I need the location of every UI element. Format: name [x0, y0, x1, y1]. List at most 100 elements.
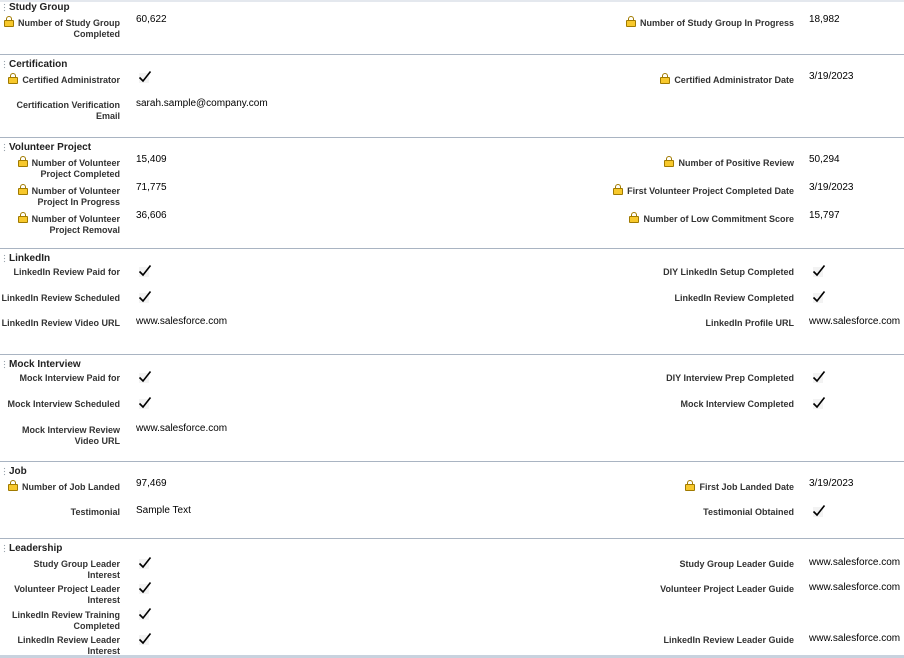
lock-icon: [17, 212, 28, 223]
study-group-leader-guide-value: www.salesforce.com: [809, 557, 901, 568]
lock-icon: [17, 184, 28, 195]
number-of-volunteer-project-completed-value: 15,409: [136, 154, 167, 165]
section-title: Mock Interview: [9, 358, 81, 370]
number-of-low-commitment-score-label: Number of Low Commitment Score: [610, 212, 794, 225]
certified-administrator-date-label: Certified Administrator Date: [610, 73, 794, 86]
field-label-text: LinkedIn Profile URL: [705, 318, 794, 328]
checkmark-icon: [138, 397, 152, 409]
drag-handle-icon[interactable]: [3, 359, 6, 369]
number-of-study-group-completed-label: Number of Study Group Completed: [0, 16, 120, 40]
section-header[interactable]: LinkedIn: [0, 251, 300, 265]
drag-handle-icon[interactable]: [3, 543, 6, 553]
lock-icon: [625, 16, 636, 27]
drag-handle-icon[interactable]: [3, 253, 6, 263]
checkmark-icon: [138, 633, 152, 645]
drag-handle-icon[interactable]: [3, 59, 6, 69]
section-header[interactable]: Mock Interview: [0, 357, 300, 371]
checkmark-icon: [812, 291, 826, 303]
field-label-text: LinkedIn Review Completed: [674, 293, 794, 303]
study-group-leader-interest-label: Study Group Leader Interest: [0, 559, 120, 581]
section-title: Study Group: [9, 1, 70, 13]
lock-icon: [8, 73, 19, 84]
diy-interview-prep-completed-label: DIY Interview Prep Completed: [610, 373, 794, 384]
field-label-text: Certification Verification Email: [16, 100, 120, 121]
number-of-positive-review-value: 50,294: [809, 154, 840, 165]
field-label-text: Number of Volunteer Project Removal: [31, 214, 120, 235]
field-label-text: Mock Interview Completed: [680, 399, 794, 409]
linkedin-review-completed-label: LinkedIn Review Completed: [610, 293, 794, 304]
study-group-leader-guide-label: Study Group Leader Guide: [610, 559, 794, 570]
section-title: LinkedIn: [9, 252, 51, 264]
checkmark-icon: [812, 505, 826, 517]
checkmark-icon: [138, 71, 152, 83]
section-header[interactable]: Certification: [0, 57, 300, 71]
diy-linkedin-setup-completed-label: DIY LinkedIn Setup Completed: [610, 267, 794, 278]
drag-handle-icon[interactable]: [3, 142, 6, 152]
testimonial-label: Testimonial: [0, 507, 120, 518]
drag-handle-icon[interactable]: [3, 466, 6, 476]
field-label-text: Testimonial: [70, 507, 120, 517]
number-of-low-commitment-score-value: 15,797: [809, 210, 840, 221]
number-of-volunteer-project-completed-label: Number of Volunteer Project Completed: [0, 156, 120, 180]
checkmark-icon: [812, 265, 826, 277]
field-label-text: Number of Job Landed: [21, 482, 120, 492]
field-label-text: First Job Landed Date: [699, 482, 794, 492]
field-label-text: DIY LinkedIn Setup Completed: [663, 267, 794, 277]
section-header[interactable]: Volunteer Project: [0, 140, 300, 154]
field-label-text: LinkedIn Review Training Completed: [11, 610, 120, 631]
field-label-text: Number of Study Group In Progress: [639, 18, 794, 28]
checkmark-icon: [138, 291, 152, 303]
lock-icon: [613, 184, 624, 195]
field-label-text: Study Group Leader Interest: [33, 559, 120, 580]
number-of-volunteer-project-removal-value: 36,606: [136, 210, 167, 221]
first-volunteer-project-completed-date-value: 3/19/2023: [809, 182, 854, 193]
checkmark-icon: [138, 265, 152, 277]
first-volunteer-project-completed-date-label: First Volunteer Project Completed Date: [610, 184, 794, 197]
testimonial-obtained-label: Testimonial Obtained: [610, 507, 794, 518]
number-of-volunteer-project-in-progress-label: Number of Volunteer Project In Progress: [0, 184, 120, 208]
linkedin-review-leader-guide-value: www.salesforce.com: [809, 633, 901, 644]
field-label-text: First Volunteer Project Completed Date: [627, 186, 794, 196]
linkedin-review-paid-for-label: LinkedIn Review Paid for: [0, 267, 120, 278]
drag-handle-icon[interactable]: [3, 2, 6, 12]
section-separator: [0, 54, 904, 55]
section-separator: [0, 248, 904, 249]
number-of-volunteer-project-in-progress-value: 71,775: [136, 182, 167, 193]
lock-icon: [17, 156, 28, 167]
section-separator: [0, 461, 904, 462]
field-label-text: Mock Interview Paid for: [19, 373, 120, 383]
mock-interview-review-video-url-value: www.salesforce.com: [136, 423, 228, 434]
field-label-text: Number of Positive Review: [678, 158, 794, 168]
checkmark-icon: [812, 371, 826, 383]
field-label-text: Mock Interview Review Video URL: [21, 425, 120, 446]
field-label-text: Number of Study Group Completed: [18, 18, 120, 39]
section-separator: [0, 137, 904, 138]
checkmark-icon: [138, 557, 152, 569]
lock-icon: [629, 212, 640, 223]
section-header[interactable]: Leadership: [0, 541, 300, 555]
testimonial-value: Sample Text: [136, 505, 191, 516]
number-of-study-group-in-progress-value: 18,982: [809, 14, 840, 25]
field-label-text: Volunteer Project Leader Guide: [660, 584, 794, 594]
section-separator: [0, 538, 904, 539]
section-separator: [0, 354, 904, 355]
linkedin-review-training-completed-label: LinkedIn Review Training Completed: [0, 610, 120, 632]
certified-administrator-label: Certified Administrator: [0, 73, 120, 86]
lock-icon: [4, 16, 14, 27]
field-label-text: DIY Interview Prep Completed: [666, 373, 794, 383]
field-label-text: Study Group Leader Guide: [679, 559, 794, 569]
checkmark-icon: [138, 608, 152, 620]
field-label-text: Certified Administrator Date: [674, 75, 794, 85]
number-of-study-group-in-progress-label: Number of Study Group In Progress: [610, 16, 794, 29]
lock-icon: [685, 480, 696, 491]
section-header[interactable]: Job: [0, 464, 300, 478]
field-label-text: LinkedIn Review Paid for: [13, 267, 120, 277]
linkedin-review-video-url-value: www.salesforce.com: [136, 316, 228, 327]
section-title: Certification: [9, 58, 68, 70]
section-header[interactable]: Study Group: [0, 0, 300, 14]
field-label-text: LinkedIn Review Video URL: [1, 318, 120, 328]
number-of-volunteer-project-removal-label: Number of Volunteer Project Removal: [0, 212, 120, 236]
mock-interview-completed-label: Mock Interview Completed: [610, 399, 794, 410]
linkedin-review-scheduled-label: LinkedIn Review Scheduled: [0, 293, 120, 304]
volunteer-project-leader-interest-label: Volunteer Project Leader Interest: [0, 584, 120, 606]
